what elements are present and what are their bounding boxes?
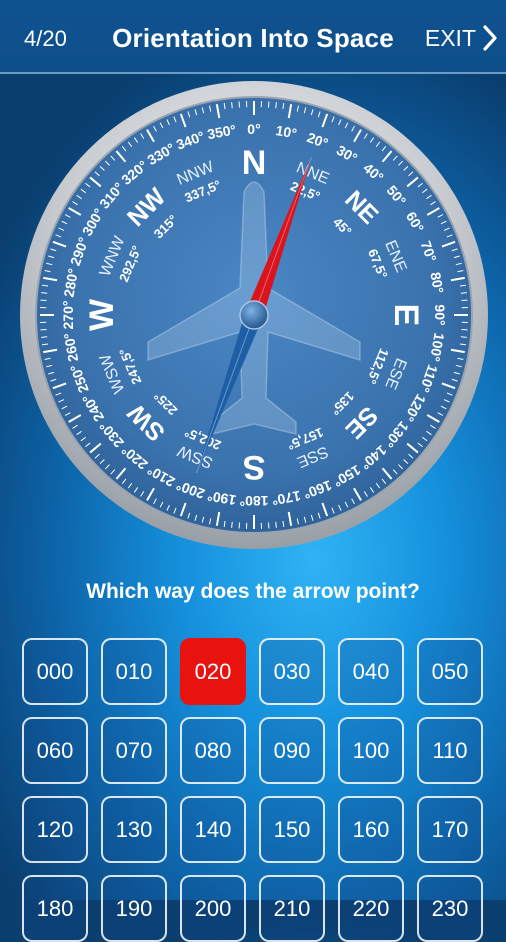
heading-option-060[interactable]: 060 (22, 717, 88, 784)
heading-option-130[interactable]: 130 (101, 796, 167, 863)
tick-mark (461, 293, 467, 294)
degree-label: 90° (432, 304, 448, 325)
heading-option-150[interactable]: 150 (259, 796, 325, 863)
heading-option-230[interactable]: 230 (417, 875, 483, 942)
exit-label: EXIT (425, 25, 476, 52)
heading-option-220[interactable]: 220 (338, 875, 404, 942)
heading-option-170[interactable]: 170 (417, 796, 483, 863)
chevron-right-icon (482, 24, 498, 52)
tick-mark (461, 337, 467, 338)
degree-label: 270° (60, 301, 76, 330)
compass-dial: 0°10°20°30°40°50°60°70°80°90°100°110°120… (0, 80, 506, 550)
cardinal-label-n: N (242, 144, 267, 182)
heading-option-140[interactable]: 140 (180, 796, 246, 863)
degree-label: 180° (240, 493, 269, 509)
tick-mark (276, 102, 277, 108)
heading-option-110[interactable]: 110 (417, 717, 483, 784)
question-text: Which way does the arrow point? (0, 580, 506, 604)
compass: 0°10°20°30°40°50°60°70°80°90°100°110°120… (0, 80, 506, 550)
exit-button[interactable]: EXIT (425, 24, 498, 52)
heading-option-010[interactable]: 010 (101, 638, 167, 705)
heading-answer-grid: 0000100200300400500600700800901001101201… (22, 638, 483, 942)
heading-option-090[interactable]: 090 (259, 717, 325, 784)
heading-option-000[interactable]: 000 (22, 638, 88, 705)
cardinal-label-w: W (83, 298, 121, 331)
heading-option-190[interactable]: 190 (101, 875, 167, 942)
tick-mark (232, 522, 233, 528)
heading-option-070[interactable]: 070 (101, 717, 167, 784)
degree-label: 0° (247, 121, 260, 137)
heading-option-040[interactable]: 040 (338, 638, 404, 705)
heading-option-160[interactable]: 160 (338, 796, 404, 863)
heading-option-100[interactable]: 100 (338, 717, 404, 784)
tick-mark (276, 522, 277, 528)
heading-option-120[interactable]: 120 (22, 796, 88, 863)
heading-option-210[interactable]: 210 (259, 875, 325, 942)
tick-mark (41, 293, 47, 294)
compass-hub (240, 301, 268, 329)
heading-option-050[interactable]: 050 (417, 638, 483, 705)
heading-option-020[interactable]: 020 (180, 638, 246, 705)
top-bar: 4/20 Orientation Into Space EXIT (0, 0, 506, 74)
heading-option-180[interactable]: 180 (22, 875, 88, 942)
cardinal-label-e: E (387, 304, 425, 327)
tick-mark (41, 337, 47, 338)
heading-option-030[interactable]: 030 (259, 638, 325, 705)
cardinal-label-s: S (243, 448, 266, 486)
tick-mark (232, 102, 233, 108)
heading-option-200[interactable]: 200 (180, 875, 246, 942)
heading-option-080[interactable]: 080 (180, 717, 246, 784)
